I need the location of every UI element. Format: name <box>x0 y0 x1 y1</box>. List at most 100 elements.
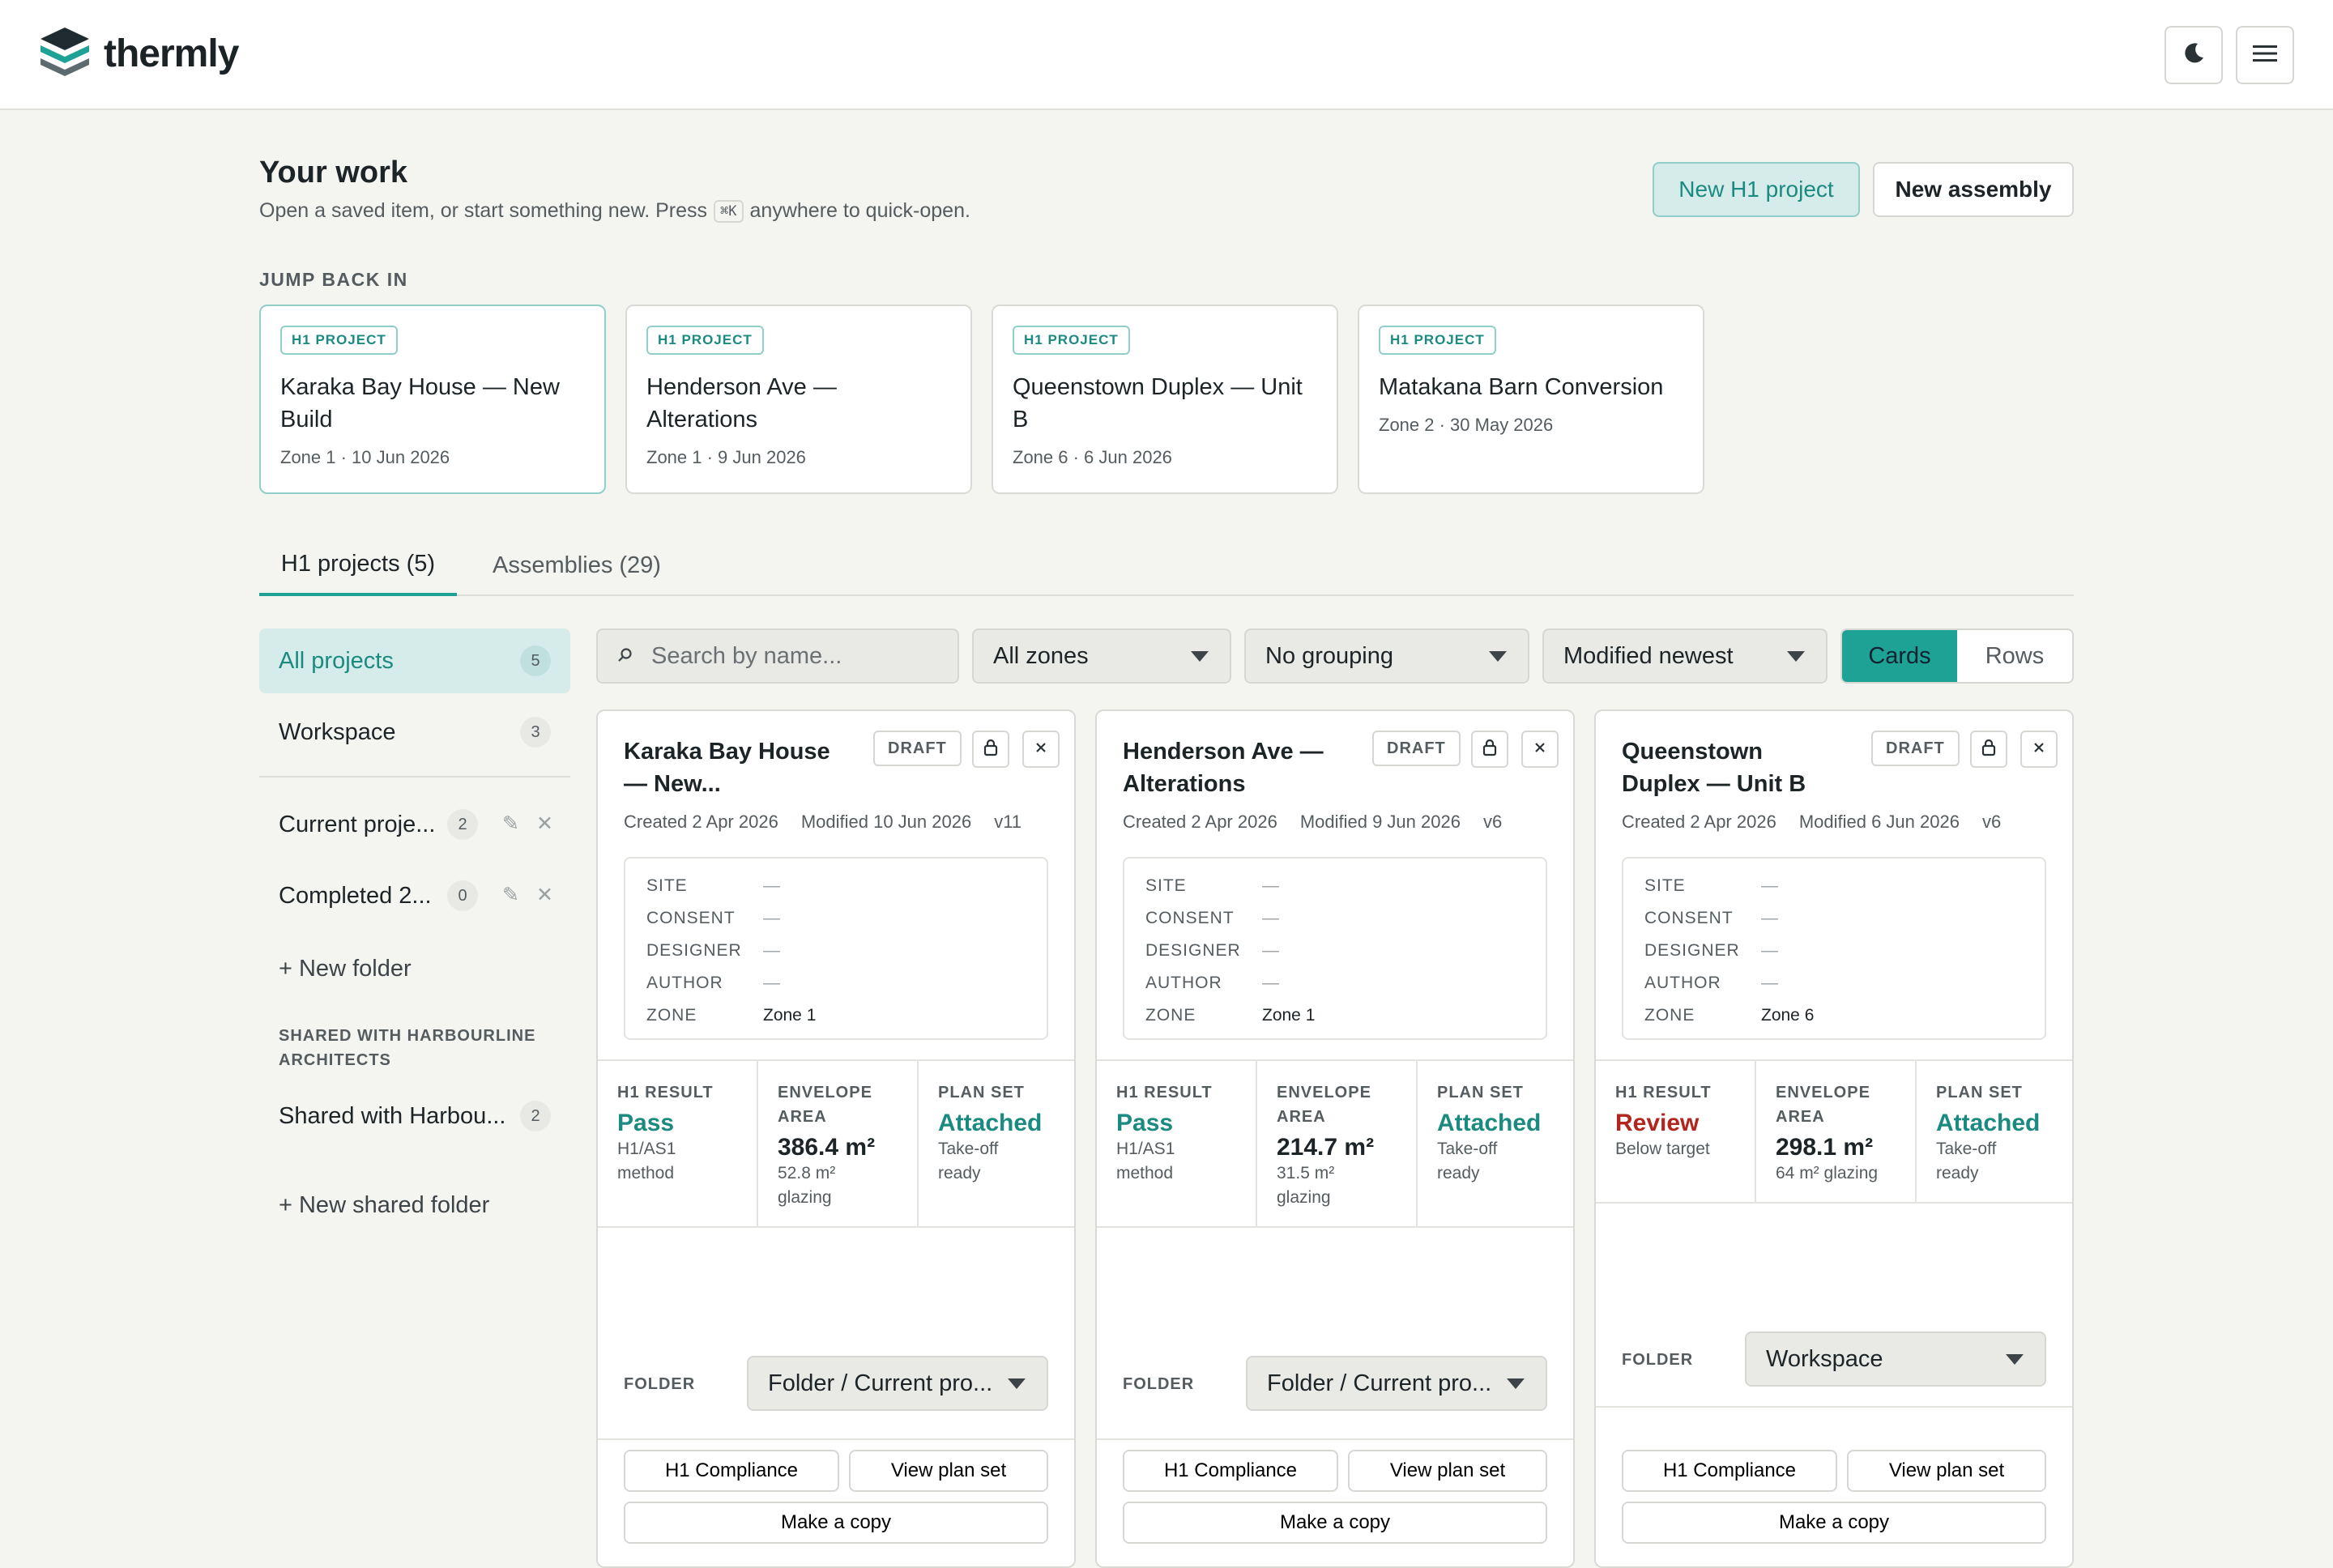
recent-project-title: Queenstown Duplex — Unit B <box>1013 374 1303 432</box>
project-type-tag: H1 PROJECT <box>1013 326 1130 355</box>
project-stats: H1 RESULT Pass H1/AS1 method ENVELOPE AR… <box>598 1059 1074 1228</box>
sidebar-divider <box>259 776 570 778</box>
project-title: Henderson Ave — Alterations <box>1123 739 1324 797</box>
folder-select[interactable]: Folder / Current pro... <box>1246 1356 1547 1411</box>
hamburger-icon <box>2251 43 2279 68</box>
delete-icon[interactable]: ✕ <box>536 883 553 907</box>
brand[interactable]: thermly <box>37 26 239 82</box>
count-badge: 5 <box>520 646 551 676</box>
menu-button[interactable] <box>2236 26 2294 84</box>
make-copy-button[interactable]: Make a copy <box>624 1502 1048 1544</box>
recent-project-meta: Zone 1 · 10 Jun 2026 <box>280 447 450 467</box>
search-icon <box>617 643 633 670</box>
shortcut-key: ⌘K <box>714 199 744 223</box>
envelope-area-stat: ENVELOPE AREA 214.7 m² 31.5 m² glazing <box>1277 1084 1375 1207</box>
new-assembly-button[interactable]: New assembly <box>1873 162 2074 217</box>
logo-icon <box>37 26 92 82</box>
lock-icon <box>1482 739 1498 761</box>
folder-select[interactable]: Folder / Current pro... <box>747 1356 1048 1411</box>
grouping-select[interactable]: No grouping <box>1244 628 1529 684</box>
project-type-tag: H1 PROJECT <box>646 326 764 355</box>
sidebar-item-label: Workspace <box>279 718 396 745</box>
new-h1-project-button[interactable]: New H1 project <box>1653 162 1860 217</box>
h1-result-stat: H1 RESULT Pass H1/AS1 method <box>617 1084 714 1182</box>
close-icon <box>2032 741 2045 758</box>
tab-h1-projects[interactable]: H1 projects (5) <box>259 535 457 596</box>
project-card[interactable]: Henderson Ave — Alterations DRAFT Create… <box>1095 709 1575 1568</box>
folder-label: FOLDER <box>1622 1351 1694 1369</box>
view-plan-set-button[interactable]: View plan set <box>1847 1450 2046 1492</box>
select-value: All zones <box>993 642 1089 669</box>
search-placeholder: Search by name... <box>651 642 842 669</box>
close-icon <box>1533 741 1546 758</box>
lock-button[interactable] <box>972 731 1009 768</box>
view-plan-set-button[interactable]: View plan set <box>1348 1450 1547 1492</box>
rename-icon[interactable]: ✎ <box>502 883 519 907</box>
h1-compliance-button[interactable]: H1 Compliance <box>1123 1450 1338 1492</box>
page-subtitle: Open a saved item, or start something ne… <box>259 199 970 223</box>
sidebar-folder-shared[interactable]: Shared with Harbou... 2 <box>259 1084 570 1148</box>
folder-select[interactable]: Workspace <box>1745 1332 2046 1387</box>
page-title: Your work <box>259 156 407 190</box>
plan-set-stat: PLAN SET Attached Take-off ready <box>938 1084 1043 1182</box>
count-badge: 2 <box>447 809 478 840</box>
folder-label: Current proje... <box>279 811 436 837</box>
make-copy-button[interactable]: Make a copy <box>1123 1502 1547 1544</box>
select-value: No grouping <box>1265 642 1393 669</box>
close-button[interactable] <box>1022 731 1060 768</box>
make-copy-button[interactable]: Make a copy <box>1622 1502 2046 1544</box>
count-badge: 2 <box>520 1101 551 1131</box>
close-button[interactable] <box>1521 731 1559 768</box>
new-shared-folder-button[interactable]: + New shared folder <box>279 1192 489 1219</box>
project-type-tag: H1 PROJECT <box>1379 326 1496 355</box>
folder-label: Shared with Harbou... <box>279 1102 506 1129</box>
card-divider <box>1097 1438 1573 1440</box>
recent-project-card[interactable]: H1 PROJECT Queenstown Duplex — Unit B Zo… <box>992 305 1338 494</box>
status-badge: DRAFT <box>1372 731 1461 766</box>
select-value: Folder / Current pro... <box>1267 1370 1492 1396</box>
project-stats: H1 RESULT Review Below target ENVELOPE A… <box>1596 1059 2072 1204</box>
card-divider <box>598 1438 1074 1440</box>
recent-project-card[interactable]: H1 PROJECT Matakana Barn Conversion Zone… <box>1358 305 1704 494</box>
recent-project-title: Karaka Bay House — New Build <box>280 374 560 432</box>
sort-select[interactable]: Modified newest <box>1542 628 1828 684</box>
sidebar-item-workspace[interactable]: Workspace 3 <box>259 700 570 765</box>
close-icon <box>1034 741 1047 758</box>
project-meta: Created 2 Apr 2026 Modified 9 Jun 2026 v6 <box>1123 812 1503 832</box>
h1-compliance-button[interactable]: H1 Compliance <box>1622 1450 1837 1492</box>
tab-bar: H1 projects (5) Assemblies (29) <box>259 535 2074 596</box>
project-card[interactable]: Queenstown Duplex — Unit B DRAFT Created… <box>1594 709 2074 1568</box>
sidebar-item-all-projects[interactable]: All projects 5 <box>259 628 570 693</box>
lock-button[interactable] <box>1970 731 2007 768</box>
delete-icon[interactable]: ✕ <box>536 812 553 836</box>
app-name: thermly <box>104 32 239 75</box>
jump-back-in-label: JUMP BACK IN <box>259 269 408 290</box>
new-folder-button[interactable]: + New folder <box>279 956 412 982</box>
project-card[interactable]: Karaka Bay House — New... DRAFT Created … <box>596 709 1076 1568</box>
lock-button[interactable] <box>1471 731 1508 768</box>
view-plan-set-button[interactable]: View plan set <box>849 1450 1048 1492</box>
sidebar-folder-current-projects[interactable]: Current proje... 2 ✎ ✕ <box>259 792 570 857</box>
project-details: SITE — CONSENT — DESIGNER — AUTHOR — ZONE Zon… <box>1622 857 2046 1040</box>
project-details: SITE — CONSENT — DESIGNER — AUTHOR — ZONE Zon… <box>624 857 1048 1040</box>
sidebar-folder-completed[interactable]: Completed 2... 0 ✎ ✕ <box>259 863 570 928</box>
rename-icon[interactable]: ✎ <box>502 812 519 836</box>
recent-project-title: Henderson Ave — Alterations <box>646 374 837 432</box>
recent-project-card[interactable]: H1 PROJECT Henderson Ave — Alterations Z… <box>625 305 972 494</box>
select-value: Folder / Current pro... <box>768 1370 993 1396</box>
close-button[interactable] <box>2020 731 2058 768</box>
folder-label: FOLDER <box>624 1375 696 1393</box>
theme-toggle-button[interactable] <box>2165 26 2223 84</box>
rows-view-button[interactable]: Rows <box>1957 630 2072 682</box>
cards-view-button[interactable]: Cards <box>1842 630 1957 682</box>
recent-project-card[interactable]: H1 PROJECT Karaka Bay House — New Build … <box>259 305 606 494</box>
envelope-area-stat: ENVELOPE AREA 298.1 m² 64 m² glazing <box>1776 1084 1879 1182</box>
main-content: Your work Open a saved item, or start so… <box>259 110 2074 1568</box>
zone-filter-select[interactable]: All zones <box>972 628 1231 684</box>
h1-compliance-button[interactable]: H1 Compliance <box>624 1450 839 1492</box>
tab-assemblies[interactable]: Assemblies (29) <box>480 535 674 596</box>
lock-icon <box>983 739 999 761</box>
search-input[interactable]: Search by name... <box>596 628 959 684</box>
recent-project-meta: Zone 2 · 30 May 2026 <box>1379 415 1554 435</box>
shared-section-caption: SHARED WITH HARBOURLINE ARCHITECTS <box>279 1027 536 1069</box>
